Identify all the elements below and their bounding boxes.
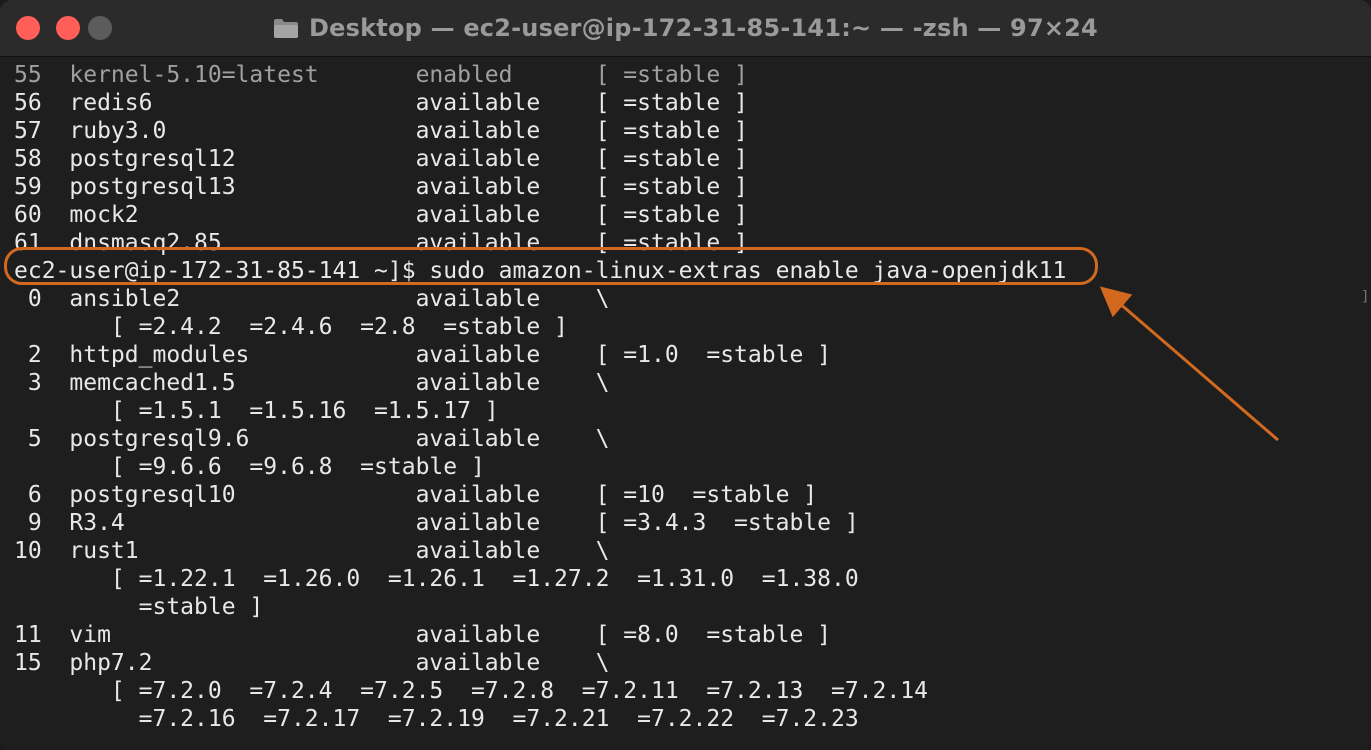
annotation-arrow-icon (1099, 286, 1279, 442)
terminal-window: Desktop — ec2-user@ip-172-31-85-141:~ — … (0, 0, 1371, 750)
